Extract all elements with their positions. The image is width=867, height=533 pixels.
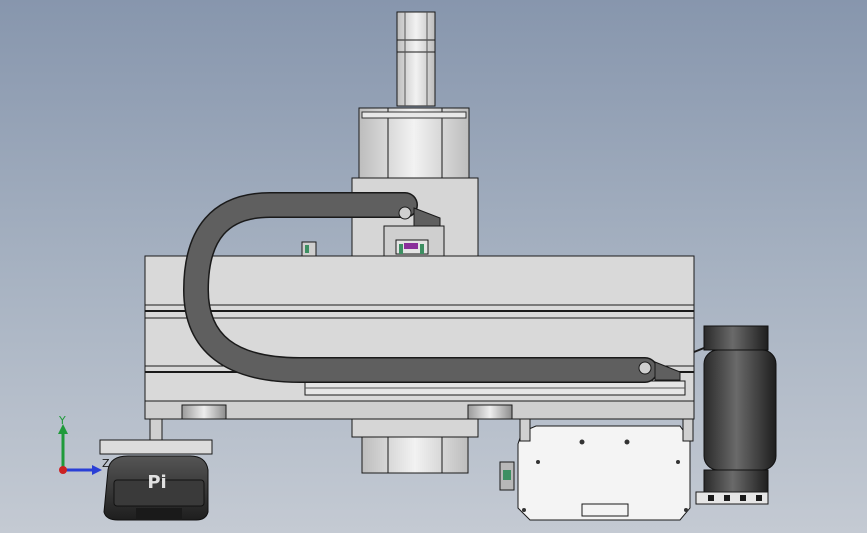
- left-controller: Pi: [99, 439, 213, 521]
- rail-body: [144, 255, 695, 420]
- right-controller: [499, 418, 694, 521]
- z-axis-dot: [59, 466, 67, 474]
- linear-stage-model[interactable]: Pi Y Z: [0, 0, 867, 533]
- x-axis-arrow: [92, 465, 102, 475]
- y-axis-label: Y: [58, 414, 66, 427]
- controller-logo: Pi: [147, 472, 166, 493]
- cooling-fan: [693, 325, 777, 505]
- top-motor: [358, 11, 470, 179]
- cad-viewport[interactable]: Pi Y Z: [0, 0, 867, 533]
- z-axis-label: Z: [102, 457, 110, 470]
